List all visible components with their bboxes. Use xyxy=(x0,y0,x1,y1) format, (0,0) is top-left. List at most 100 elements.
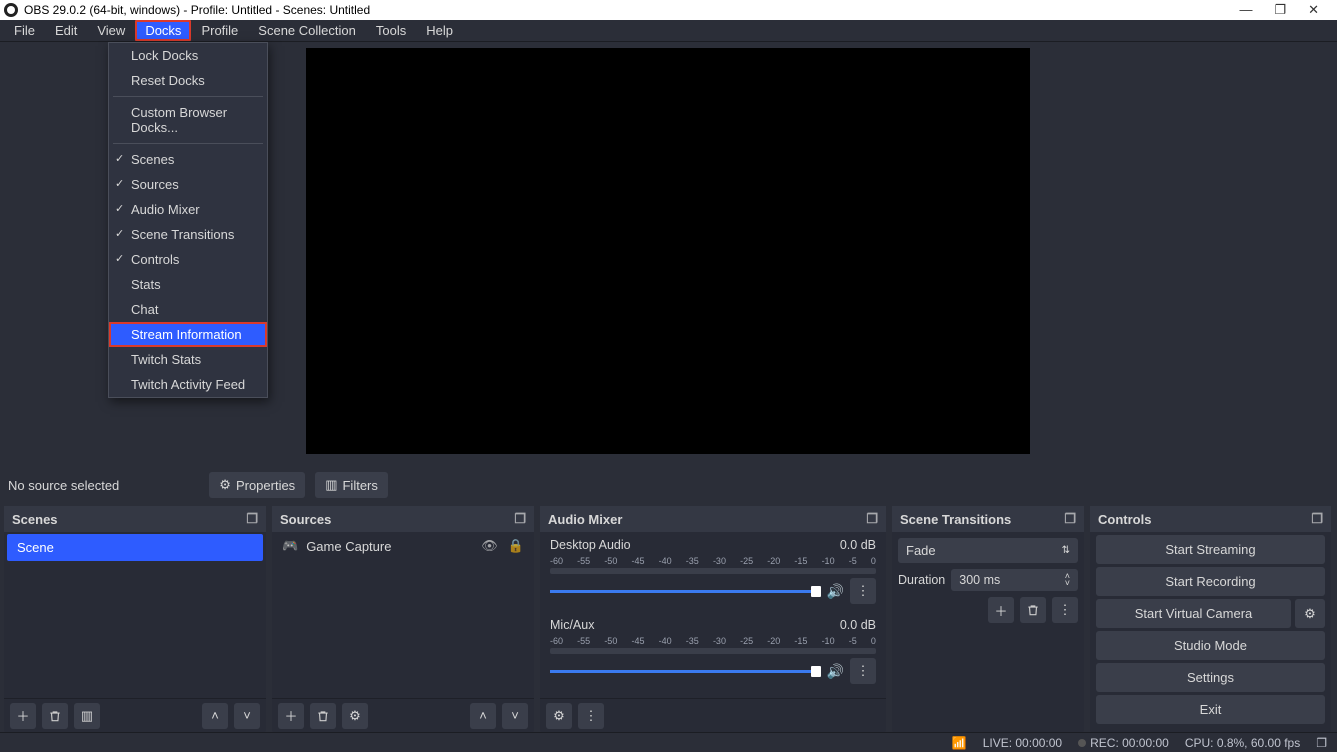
level-meter xyxy=(550,568,876,574)
menu-tools[interactable]: Tools xyxy=(366,20,416,41)
dropdown-icon: ⇅ xyxy=(1062,545,1070,556)
menu-help[interactable]: Help xyxy=(416,20,463,41)
slider-thumb[interactable] xyxy=(811,666,821,677)
obs-logo-icon xyxy=(4,3,18,17)
menu-view[interactable]: View xyxy=(87,20,135,41)
add-transition-button[interactable]: ＋ xyxy=(988,597,1014,623)
popout-icon[interactable]: ❐ xyxy=(866,511,878,527)
menu-separator xyxy=(113,143,263,144)
menu-scene-collection[interactable]: Scene Collection xyxy=(248,20,366,41)
status-bar: 📶 LIVE: 00:00:00 REC: 00:00:00 CPU: 0.8%… xyxy=(0,732,1337,752)
menu-dock-scene-transitions[interactable]: Scene Transitions xyxy=(109,222,267,247)
volume-slider[interactable] xyxy=(550,670,821,673)
level-meter xyxy=(550,648,876,654)
menu-dock-controls[interactable]: Controls xyxy=(109,247,267,272)
duration-value: 300 ms xyxy=(959,573,1000,587)
remove-scene-button[interactable] xyxy=(42,703,68,729)
menu-reset-docks[interactable]: Reset Docks xyxy=(109,68,267,93)
menu-docks[interactable]: Docks xyxy=(135,20,191,41)
add-source-button[interactable]: ＋ xyxy=(278,703,304,729)
visibility-icon[interactable]: 👁 xyxy=(481,538,498,554)
menu-custom-browser-docks[interactable]: Custom Browser Docks... xyxy=(109,100,267,140)
menu-lock-docks[interactable]: Lock Docks xyxy=(109,43,267,68)
start-recording-button[interactable]: Start Recording xyxy=(1096,567,1325,596)
mute-icon[interactable]: 🔊 xyxy=(827,663,844,680)
start-virtual-camera-button[interactable]: Start Virtual Camera xyxy=(1096,599,1291,628)
menu-dock-stats[interactable]: Stats xyxy=(109,272,267,297)
mixer-track-mic: Mic/Aux0.0 dB -60-55-50-45-40-35-30-25-2… xyxy=(540,612,886,692)
game-capture-icon: 🎮 xyxy=(282,538,298,554)
source-item[interactable]: 🎮 Game Capture 👁 🔒 xyxy=(272,532,534,560)
volume-slider[interactable] xyxy=(550,590,821,593)
spin-down-icon[interactable]: ˅ xyxy=(1065,580,1070,587)
menu-dock-twitch-activity-feed[interactable]: Twitch Activity Feed xyxy=(109,372,267,397)
controls-dock: Controls❐ Start Streaming Start Recordin… xyxy=(1090,506,1331,732)
slider-thumb[interactable] xyxy=(811,586,821,597)
popout-icon[interactable]: ❐ xyxy=(1311,511,1323,527)
track-menu-button[interactable]: ⋮ xyxy=(850,578,876,604)
scene-filters-button[interactable]: ▥ xyxy=(74,703,100,729)
filters-icon: ▥ xyxy=(325,477,337,493)
lock-icon[interactable]: 🔒 xyxy=(508,538,524,554)
menu-dock-audio-mixer[interactable]: Audio Mixer xyxy=(109,197,267,222)
track-menu-button[interactable]: ⋮ xyxy=(850,658,876,684)
menu-dock-chat[interactable]: Chat xyxy=(109,297,267,322)
add-scene-button[interactable]: ＋ xyxy=(10,703,36,729)
studio-mode-button[interactable]: Studio Mode xyxy=(1096,631,1325,660)
move-scene-down-button[interactable]: ˅ xyxy=(234,703,260,729)
menu-profile[interactable]: Profile xyxy=(191,20,248,41)
status-cpu: CPU: 0.8%, 60.00 fps xyxy=(1185,736,1300,750)
status-dock-icon[interactable]: ❐ xyxy=(1316,736,1327,750)
menu-file[interactable]: File xyxy=(4,20,45,41)
start-streaming-button[interactable]: Start Streaming xyxy=(1096,535,1325,564)
mixer-title: Audio Mixer xyxy=(548,512,622,527)
transition-menu-button[interactable]: ⋮ xyxy=(1052,597,1078,623)
menu-edit[interactable]: Edit xyxy=(45,20,87,41)
close-button[interactable]: ✕ xyxy=(1308,2,1319,18)
popout-icon[interactable]: ❐ xyxy=(514,511,526,527)
record-indicator-icon xyxy=(1078,739,1086,747)
minimize-button[interactable]: — xyxy=(1239,2,1252,18)
mute-icon[interactable]: 🔊 xyxy=(827,583,844,600)
sources-dock: Sources ❐ 🎮 Game Capture 👁 🔒 ＋ ⚙ ˄ ˅ xyxy=(272,506,534,732)
menu-dock-twitch-stats[interactable]: Twitch Stats xyxy=(109,347,267,372)
track-name: Desktop Audio xyxy=(550,538,631,552)
remove-source-button[interactable] xyxy=(310,703,336,729)
advanced-audio-button[interactable]: ⚙ xyxy=(546,703,572,729)
remove-transition-button[interactable] xyxy=(1020,597,1046,623)
source-properties-button[interactable]: ⚙ xyxy=(342,703,368,729)
track-name: Mic/Aux xyxy=(550,618,594,632)
duration-input[interactable]: 300 ms˄˅ xyxy=(951,569,1078,591)
menu-dock-scenes[interactable]: Scenes xyxy=(109,147,267,172)
popout-icon[interactable]: ❐ xyxy=(1064,511,1076,527)
move-scene-up-button[interactable]: ˄ xyxy=(202,703,228,729)
menu-dock-sources[interactable]: Sources xyxy=(109,172,267,197)
sources-title: Sources xyxy=(280,512,331,527)
filters-button[interactable]: ▥ Filters xyxy=(315,472,388,498)
mixer-menu-button[interactable]: ⋮ xyxy=(578,703,604,729)
filters-label: Filters xyxy=(342,478,377,493)
db-scale: -60-55-50-45-40-35-30-25-20-15-10-50 xyxy=(550,556,876,566)
popout-icon[interactable]: ❐ xyxy=(246,511,258,527)
exit-button[interactable]: Exit xyxy=(1096,695,1325,724)
virtual-camera-settings-button[interactable]: ⚙ xyxy=(1295,599,1325,628)
transitions-title: Scene Transitions xyxy=(900,512,1011,527)
properties-label: Properties xyxy=(236,478,295,493)
db-scale: -60-55-50-45-40-35-30-25-20-15-10-50 xyxy=(550,636,876,646)
transition-select[interactable]: Fade ⇅ xyxy=(898,538,1078,563)
source-name: Game Capture xyxy=(306,539,391,554)
scene-item[interactable]: Scene xyxy=(7,534,263,561)
maximize-button[interactable]: ❐ xyxy=(1274,2,1286,18)
menu-dock-stream-information[interactable]: Stream Information xyxy=(109,322,267,347)
move-source-down-button[interactable]: ˅ xyxy=(502,703,528,729)
move-source-up-button[interactable]: ˄ xyxy=(470,703,496,729)
menu-bar: File Edit View Docks Profile Scene Colle… xyxy=(0,20,1337,42)
window-title: OBS 29.0.2 (64-bit, windows) - Profile: … xyxy=(24,3,370,17)
transition-selected: Fade xyxy=(906,543,936,558)
settings-button[interactable]: Settings xyxy=(1096,663,1325,692)
mixer-track-desktop: Desktop Audio 0.0 dB -60-55-50-45-40-35-3… xyxy=(540,532,886,612)
properties-button[interactable]: ⚙ Properties xyxy=(209,472,305,498)
track-level: 0.0 dB xyxy=(840,538,876,552)
preview-canvas[interactable] xyxy=(306,48,1030,454)
scenes-dock: Scenes❐ Scene ＋ ▥ ˄ ˅ xyxy=(4,506,266,732)
